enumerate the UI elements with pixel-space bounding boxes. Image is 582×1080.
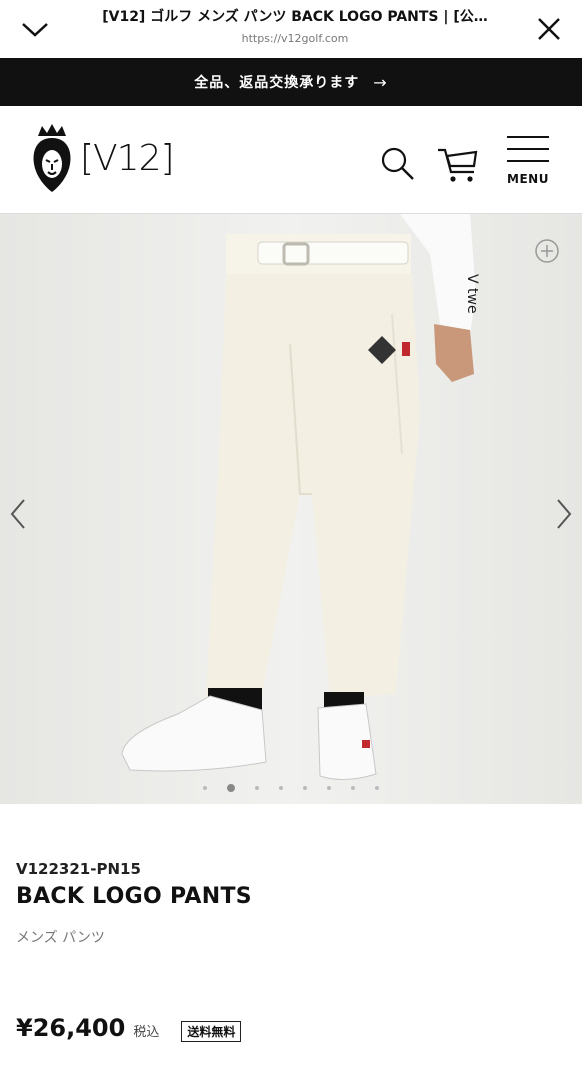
page-title: [V12] ゴルフ メンズ パンツ BACK LOGO PANTS | [公…	[102, 9, 488, 25]
arrow-right-icon: →	[373, 72, 388, 92]
page-url: https://v12golf.com	[241, 32, 349, 45]
product-sku: V122321-PN15	[16, 860, 141, 878]
pagination-dot[interactable]	[255, 786, 259, 790]
price-row: ¥26,400 税込 送料無料	[16, 1014, 242, 1042]
chevron-down-icon[interactable]	[18, 14, 52, 44]
close-icon[interactable]	[534, 14, 564, 44]
svg-text:V twe: V twe	[464, 274, 480, 314]
chevron-left-icon[interactable]	[2, 494, 36, 534]
announcement-bar[interactable]: 全品、返品交換承ります →	[0, 58, 582, 106]
shipping-badge: 送料無料	[181, 1021, 242, 1042]
product-image: V twe	[0, 214, 582, 804]
menu-label: MENU	[507, 172, 549, 186]
cart-icon[interactable]	[436, 144, 480, 184]
pagination-dot[interactable]	[203, 786, 207, 790]
hamburger-icon-bar	[507, 148, 549, 150]
pagination-dot[interactable]	[375, 786, 379, 790]
zoom-plus-icon[interactable]	[534, 238, 560, 264]
pagination-dot-active[interactable]	[227, 784, 235, 792]
product-name: BACK LOGO PANTS	[16, 884, 252, 909]
product-category: メンズ パンツ	[16, 930, 105, 946]
lion-logo-icon[interactable]	[28, 124, 76, 194]
pagination-dot[interactable]	[303, 786, 307, 790]
site-logo[interactable]: [V12]	[80, 138, 175, 179]
search-icon[interactable]	[378, 144, 418, 184]
pagination-dot[interactable]	[327, 786, 331, 790]
hamburger-icon	[507, 136, 549, 138]
pagination-dot[interactable]	[279, 786, 283, 790]
announcement-text: 全品、返品交換承ります	[194, 75, 360, 91]
gallery-pagination	[0, 784, 582, 792]
product-gallery[interactable]: V twe	[0, 214, 582, 804]
menu-button[interactable]: MENU	[502, 136, 554, 192]
browser-sheet-header: [V12] ゴルフ メンズ パンツ BACK LOGO PANTS | [公… …	[0, 0, 582, 58]
pagination-dot[interactable]	[351, 786, 355, 790]
chevron-right-icon[interactable]	[546, 494, 580, 534]
product-info: V122321-PN15 BACK LOGO PANTS メンズ パンツ	[16, 860, 566, 947]
site-header: [V12] MENU	[0, 106, 582, 214]
hamburger-icon-bar	[507, 160, 549, 162]
tax-label: 税込	[133, 1025, 160, 1040]
product-price: ¥26,400	[16, 1014, 126, 1042]
